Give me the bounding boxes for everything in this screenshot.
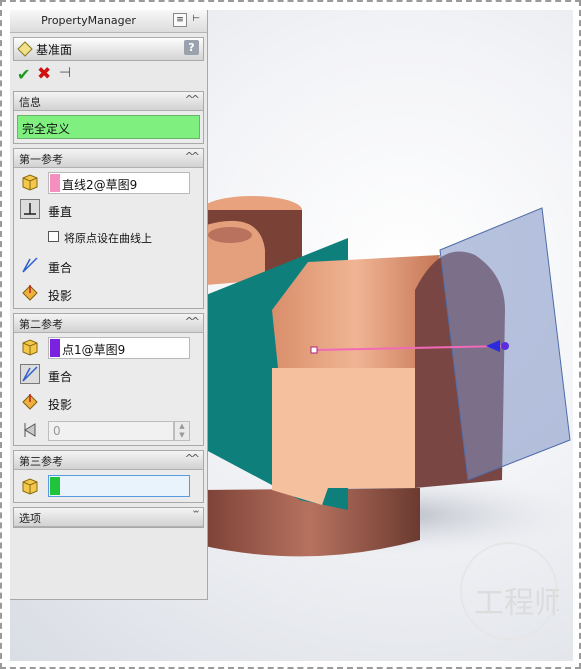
help-button[interactable]: ? [184,40,199,55]
color-swatch [50,477,60,495]
second-reference-group: 第二参考 ^^ 点1@草图9 重合 投影 0 ▲ ▼ [13,313,204,446]
info-group: 信息 ^^ 完全定义 [13,91,204,144]
panel-title: PropertyManager [41,14,136,27]
watermark-text: 工程师 [474,586,559,621]
plane-feature-icon [17,41,33,57]
collapse-panel-icon[interactable]: ≡ [173,13,187,27]
info-group-header[interactable]: 信息 ^^ [14,92,203,111]
third-reference-header[interactable]: 第三参考 ^^ [14,451,203,470]
property-manager-panel: PropertyManager ≡ ⊢ 基准面 ? ✔ ✖ ⊣ 信息 ^^ 完全… [10,10,208,600]
origin-on-curve-checkbox[interactable] [48,231,59,242]
ok-check-icon[interactable]: ✔ [17,65,30,84]
origin-on-curve-label: 将原点设在曲线上 [64,232,152,245]
flip-direction-icon[interactable] [20,420,40,440]
color-swatch [50,174,60,192]
cube-selection-icon [22,174,38,191]
third-reference-field[interactable] [48,475,190,497]
cube-selection-icon [22,339,38,356]
collapse-chevron-icon[interactable]: ^^ [185,315,201,328]
collapse-chevron-icon[interactable]: ^^ [185,452,201,465]
coincident-label: 重合 [48,370,73,384]
sketch-point[interactable] [310,346,318,354]
watermark-logo: 工程师 [460,542,559,640]
perpendicular-icon[interactable] [20,199,40,219]
ring-hole [208,227,252,243]
coincident-icon[interactable] [20,364,40,384]
pin-icon[interactable]: ⊢ [189,13,203,27]
first-reference-header[interactable]: 第一参考 ^^ [14,149,203,168]
projection-icon[interactable] [20,283,40,303]
status-message: 完全定义 [17,115,200,139]
second-reference-field[interactable]: 点1@草图9 [48,337,190,359]
angle-input[interactable]: 0 [48,421,174,441]
action-row: ✔ ✖ ⊣ [13,63,204,87]
first-reference-group: 第一参考 ^^ 直线2@草图9 垂直 将原点设在曲线上 重合 投影 [13,148,204,309]
collapse-chevron-icon[interactable]: ^^ [185,93,201,106]
perpendicular-label: 垂直 [48,205,73,219]
expand-chevron-icon[interactable]: ˇˇ [192,509,200,522]
coincident-icon[interactable] [20,255,40,275]
options-header[interactable]: 选项 ˇˇ [14,508,203,527]
panel-titlebar: PropertyManager ≡ ⊢ [10,10,207,33]
spinner-arrows-icon[interactable]: ▲ ▼ [174,421,190,441]
feature-header: 基准面 ? [13,37,204,61]
projection-label: 投影 [48,398,73,412]
color-swatch [50,339,60,357]
cube-selection-icon [22,478,38,495]
coincident-label: 重合 [48,261,73,275]
projection-icon[interactable] [20,392,40,412]
cancel-x-icon[interactable]: ✖ [37,64,51,84]
second-reference-header[interactable]: 第二参考 ^^ [14,314,203,333]
screenshot-frame: 工程师 PropertyManager ≡ ⊢ 基准面 ? ✔ ✖ ⊣ 信息 ^… [0,0,581,669]
feature-title: 基准面 [36,43,73,57]
projection-label: 投影 [48,289,73,303]
copper-front[interactable] [272,368,420,505]
collapse-chevron-icon[interactable]: ^^ [185,150,201,163]
third-reference-group: 第三参考 ^^ [13,450,204,503]
options-group: 选项 ˇˇ [13,507,204,528]
anchor-point[interactable] [501,342,509,350]
first-reference-field[interactable]: 直线2@草图9 [48,172,190,194]
keep-visible-pin-icon[interactable]: ⊣ [59,65,71,81]
